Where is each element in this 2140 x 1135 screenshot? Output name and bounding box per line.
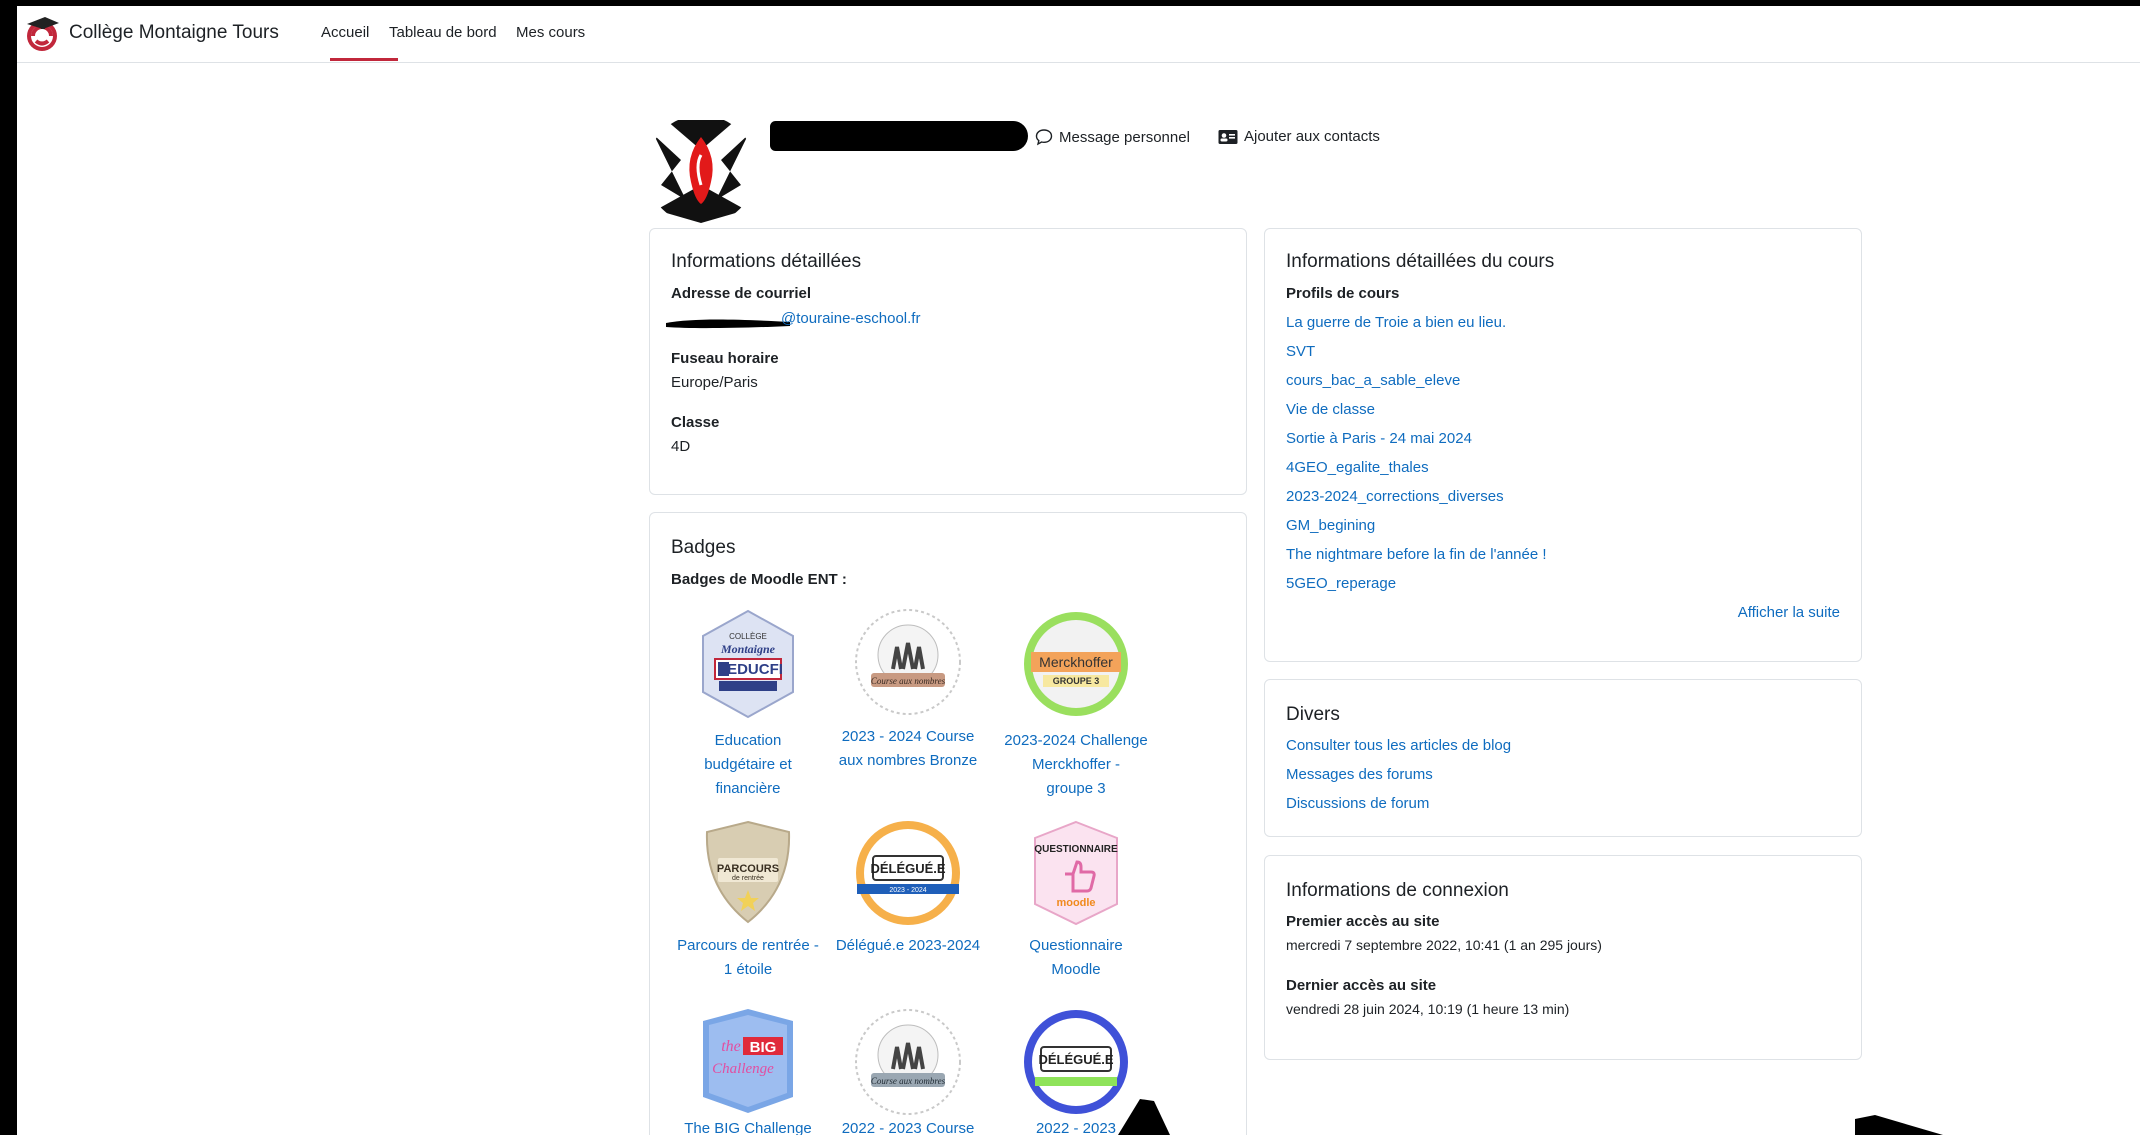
redacted-user-name xyxy=(770,121,1028,151)
badge-parcours-icon[interactable]: PARCOURS de rentrée xyxy=(693,818,803,928)
badge-merckhoffer-icon[interactable]: Merckhoffer GROUPE 3 xyxy=(1021,609,1131,719)
site-logo-icon[interactable] xyxy=(23,14,63,54)
badges-card-title: Badges xyxy=(671,537,736,558)
last-access-value: vendredi 28 juin 2024, 10:19 (1 heure 13… xyxy=(1286,1001,1570,1017)
badges-card: Badges Badges de Moodle ENT : COLLÈGE Mo… xyxy=(649,512,1247,1135)
first-access-label: Premier accès au site xyxy=(1286,913,1440,930)
details-card: Informations détaillées Adresse de courr… xyxy=(649,228,1247,495)
course-link[interactable]: Sortie à Paris - 24 mai 2024 xyxy=(1286,430,1472,447)
timezone-value: Europe/Paris xyxy=(671,374,758,391)
svg-text:Course aux nombres: Course aux nombres xyxy=(871,676,946,686)
badge-delegue-2024-label[interactable]: Délégué.e 2023-2024 xyxy=(828,934,988,958)
badge-course-2023-label[interactable]: 2022 - 2023 Course xyxy=(828,1117,988,1135)
class-label: Classe xyxy=(671,414,720,431)
first-access-value: mercredi 7 septembre 2022, 10:41 (1 an 2… xyxy=(1286,937,1602,953)
badges-subtitle: Badges de Moodle ENT : xyxy=(671,571,847,588)
misc-card: Divers Consulter tous les articles de bl… xyxy=(1264,679,1862,837)
site-name[interactable]: Collège Montaigne Tours xyxy=(69,22,279,44)
badge-education-label[interactable]: Education budgétaire et financière xyxy=(668,729,828,801)
badge-questionnaire-label[interactable]: Questionnaire Moodle xyxy=(996,934,1156,982)
svg-text:de rentrée: de rentrée xyxy=(732,875,764,882)
message-button[interactable]: Message personnel xyxy=(1035,128,1190,146)
nav-link-accueil[interactable]: Accueil xyxy=(321,24,369,41)
badge-course-bronze-icon[interactable]: Course aux nombres xyxy=(853,607,963,717)
course-link[interactable]: SVT xyxy=(1286,343,1315,360)
course-details-title: Informations détaillées du cours xyxy=(1286,251,1555,272)
login-info-title: Informations de connexion xyxy=(1286,880,1509,901)
email-link[interactable]: @touraine-eschool.fr xyxy=(781,310,920,327)
svg-text:GROUPE 3: GROUPE 3 xyxy=(1053,676,1100,686)
badge-merckhoffer-label[interactable]: 2023-2024 Challenge Merckhoffer - groupe 3 xyxy=(996,729,1156,801)
login-info-card: Informations de connexion Premier accès … xyxy=(1264,855,1862,1060)
svg-text:QUESTIONNAIRE: QUESTIONNAIRE xyxy=(1034,844,1118,855)
course-profiles-label: Profils de cours xyxy=(1286,285,1400,302)
add-contact-label: Ajouter aux contacts xyxy=(1244,128,1380,145)
course-link[interactable]: The nightmare before la fin de l'année ! xyxy=(1286,546,1547,563)
svg-text:2023 - 2024: 2023 - 2024 xyxy=(889,887,926,894)
class-value: 4D xyxy=(671,438,691,455)
course-link[interactable]: 4GEO_egalite_thales xyxy=(1286,459,1429,476)
show-more-link[interactable]: Afficher la suite xyxy=(1738,604,1840,621)
svg-text:Challenge: Challenge xyxy=(712,1061,774,1077)
course-link[interactable]: cours_bac_a_sable_eleve xyxy=(1286,372,1460,389)
course-link[interactable]: GM_begining xyxy=(1286,517,1375,534)
svg-text:EDUCFI: EDUCFI xyxy=(727,661,783,678)
forum-messages-link[interactable]: Messages des forums xyxy=(1286,766,1433,783)
badge-parcours-label[interactable]: Parcours de rentrée -1 étoile xyxy=(668,934,828,982)
svg-text:the: the xyxy=(721,1038,741,1055)
badge-big-challenge-label[interactable]: The BIG Challenge xyxy=(668,1117,828,1135)
svg-text:PARCOURS: PARCOURS xyxy=(717,863,779,875)
top-navbar: Collège Montaigne Tours Accueil Tableau … xyxy=(17,6,2140,63)
address-card-icon xyxy=(1218,129,1238,145)
course-link[interactable]: La guerre de Troie a bien eu lieu. xyxy=(1286,314,1506,331)
marker-scribble xyxy=(1118,1099,1170,1135)
nav-link-tableau-de-bord[interactable]: Tableau de bord xyxy=(389,24,497,41)
course-link[interactable]: 2023-2024_corrections_diverses xyxy=(1286,488,1504,505)
svg-text:DÉLÉGUÉ.E: DÉLÉGUÉ.E xyxy=(1038,1052,1113,1067)
redacted-email-prefix xyxy=(666,319,790,329)
message-label: Message personnel xyxy=(1059,128,1190,146)
badge-course-bronze-label[interactable]: 2023 - 2024 Course aux nombres Bronze xyxy=(828,725,988,773)
forum-discussions-link[interactable]: Discussions de forum xyxy=(1286,795,1429,812)
svg-text:BIG: BIG xyxy=(750,1039,777,1056)
frame-left-border xyxy=(0,0,17,1135)
nav-link-mes-cours[interactable]: Mes cours xyxy=(516,24,585,41)
svg-text:Montaigne: Montaigne xyxy=(720,642,776,656)
badge-big-challenge-icon[interactable]: the BIG Challenge xyxy=(693,1007,803,1117)
speech-bubble-icon xyxy=(1035,128,1053,146)
svg-text:Merckhoffer: Merckhoffer xyxy=(1039,654,1113,670)
marker-scribble xyxy=(1855,1115,1943,1135)
course-link[interactable]: 5GEO_reperage xyxy=(1286,575,1396,592)
badge-course-2023-icon[interactable]: Course aux nombres xyxy=(853,1007,963,1117)
svg-text:moodle: moodle xyxy=(1056,897,1095,909)
svg-text:Course aux nombres: Course aux nombres xyxy=(871,1076,946,1086)
course-details-card: Informations détaillées du cours Profils… xyxy=(1264,228,1862,662)
misc-card-title: Divers xyxy=(1286,704,1340,725)
timezone-label: Fuseau horaire xyxy=(671,350,779,367)
svg-text:COLLÈGE: COLLÈGE xyxy=(729,632,767,641)
badge-questionnaire-icon[interactable]: QUESTIONNAIRE moodle xyxy=(1021,818,1131,928)
badge-delegue-2024-icon[interactable]: DÉLÉGUÉ.E 2023 - 2024 xyxy=(853,818,963,928)
badge-education-icon[interactable]: COLLÈGE Montaigne EDUCFI xyxy=(693,609,803,719)
last-access-label: Dernier accès au site xyxy=(1286,977,1437,994)
blog-articles-link[interactable]: Consulter tous les articles de blog xyxy=(1286,737,1511,754)
email-label: Adresse de courriel xyxy=(671,285,812,302)
add-contact-button[interactable]: Ajouter aux contacts xyxy=(1218,128,1380,145)
course-link[interactable]: Vie de classe xyxy=(1286,401,1375,418)
nav-active-indicator xyxy=(330,58,398,61)
avatar xyxy=(646,115,756,225)
svg-text:DÉLÉGUÉ.E: DÉLÉGUÉ.E xyxy=(870,861,945,876)
details-card-title: Informations détaillées xyxy=(671,251,862,272)
